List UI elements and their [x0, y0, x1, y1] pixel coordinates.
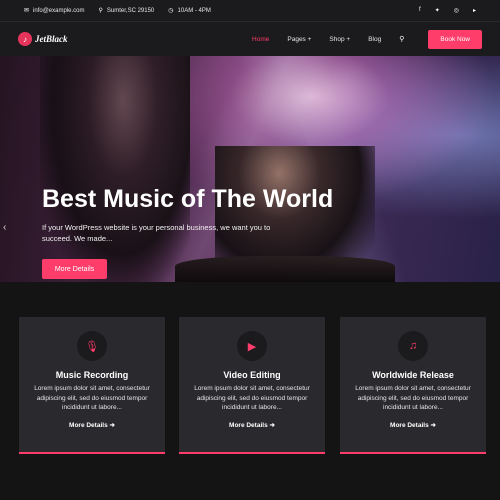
service-more-link[interactable]: More Details ➜	[390, 421, 436, 429]
location-text: Sumter,SC 29150	[106, 7, 155, 14]
service-more-label: More Details	[229, 421, 268, 429]
video-play-icon: ▶	[237, 331, 267, 361]
clock-icon: ◷	[168, 8, 174, 14]
slider-prev-icon[interactable]: ‹	[3, 222, 6, 233]
location-info: ⚲ Sumter,SC 29150	[98, 7, 155, 15]
main-nav: Home Pages + Shop + Blog ⚲ Book Now	[252, 29, 482, 49]
service-title: Worldwide Release	[372, 370, 454, 380]
hero-title: Best Music of The World	[42, 185, 334, 213]
hours-text: 10AM - 4PM	[177, 7, 211, 14]
service-more-label: More Details	[69, 421, 108, 429]
email-info[interactable]: ✉ info@example.com	[24, 7, 85, 15]
microphone-icon: 🎙	[77, 331, 107, 361]
service-text: Lorem ipsum dolor sit amet, consectetur …	[34, 385, 150, 411]
service-text: Lorem ipsum dolor sit amet, consectetur …	[194, 385, 310, 411]
services-section: 🎙 Music Recording Lorem ipsum dolor sit …	[0, 282, 500, 500]
instagram-icon[interactable]: ◎	[454, 7, 459, 14]
service-text: Lorem ipsum dolor sit amet, consectetur …	[355, 385, 471, 411]
nav-item-blog[interactable]: Blog	[368, 36, 381, 43]
search-icon[interactable]: ⚲	[399, 35, 404, 43]
service-more-label: More Details	[390, 421, 429, 429]
arrow-right-icon: ➜	[430, 421, 436, 429]
music-note-icon: ♫	[398, 331, 428, 361]
book-now-button[interactable]: Book Now	[428, 29, 482, 49]
youtube-icon[interactable]: ▸	[473, 7, 476, 14]
service-card-recording: 🎙 Music Recording Lorem ipsum dolor sit …	[19, 317, 165, 454]
more-details-button[interactable]: More Details	[42, 259, 107, 279]
arrow-right-icon: ➜	[109, 421, 115, 429]
twitter-icon[interactable]: ✦	[435, 7, 440, 14]
main-header: ♪ JetBlack Home Pages + Shop + Blog ⚲ Bo…	[0, 22, 500, 56]
hero-overlay	[0, 56, 500, 282]
service-title: Music Recording	[55, 370, 129, 380]
nav-item-pages[interactable]: Pages +	[287, 36, 311, 43]
email-text: info@example.com	[33, 7, 85, 14]
service-card-video: ▶ Video Editing Lorem ipsum dolor sit am…	[179, 317, 325, 454]
hero-slider: ‹ Best Music of The World If your WordPr…	[0, 56, 500, 282]
map-pin-icon: ⚲	[98, 8, 103, 14]
logo-text: JetBlack	[35, 34, 68, 44]
facebook-icon[interactable]: f	[419, 7, 421, 14]
nav-item-shop[interactable]: Shop +	[329, 36, 350, 43]
hero-subtitle: If your WordPress website is your person…	[42, 223, 271, 243]
nav-item-home[interactable]: Home	[252, 36, 269, 43]
hours-info: ◷ 10AM - 4PM	[168, 7, 211, 15]
envelope-icon: ✉	[24, 8, 30, 14]
top-info-bar: ✉ info@example.com ⚲ Sumter,SC 29150 ◷ 1…	[0, 0, 500, 22]
music-logo-icon: ♪	[18, 32, 32, 46]
service-title: Video Editing	[223, 370, 281, 380]
service-more-link[interactable]: More Details ➜	[69, 421, 115, 429]
service-more-link[interactable]: More Details ➜	[229, 421, 275, 429]
service-card-release: ♫ Worldwide Release Lorem ipsum dolor si…	[340, 317, 486, 454]
site-logo[interactable]: ♪ JetBlack	[18, 32, 68, 46]
social-links: f ✦ ◎ ▸	[419, 7, 476, 14]
arrow-right-icon: ➜	[269, 421, 275, 429]
